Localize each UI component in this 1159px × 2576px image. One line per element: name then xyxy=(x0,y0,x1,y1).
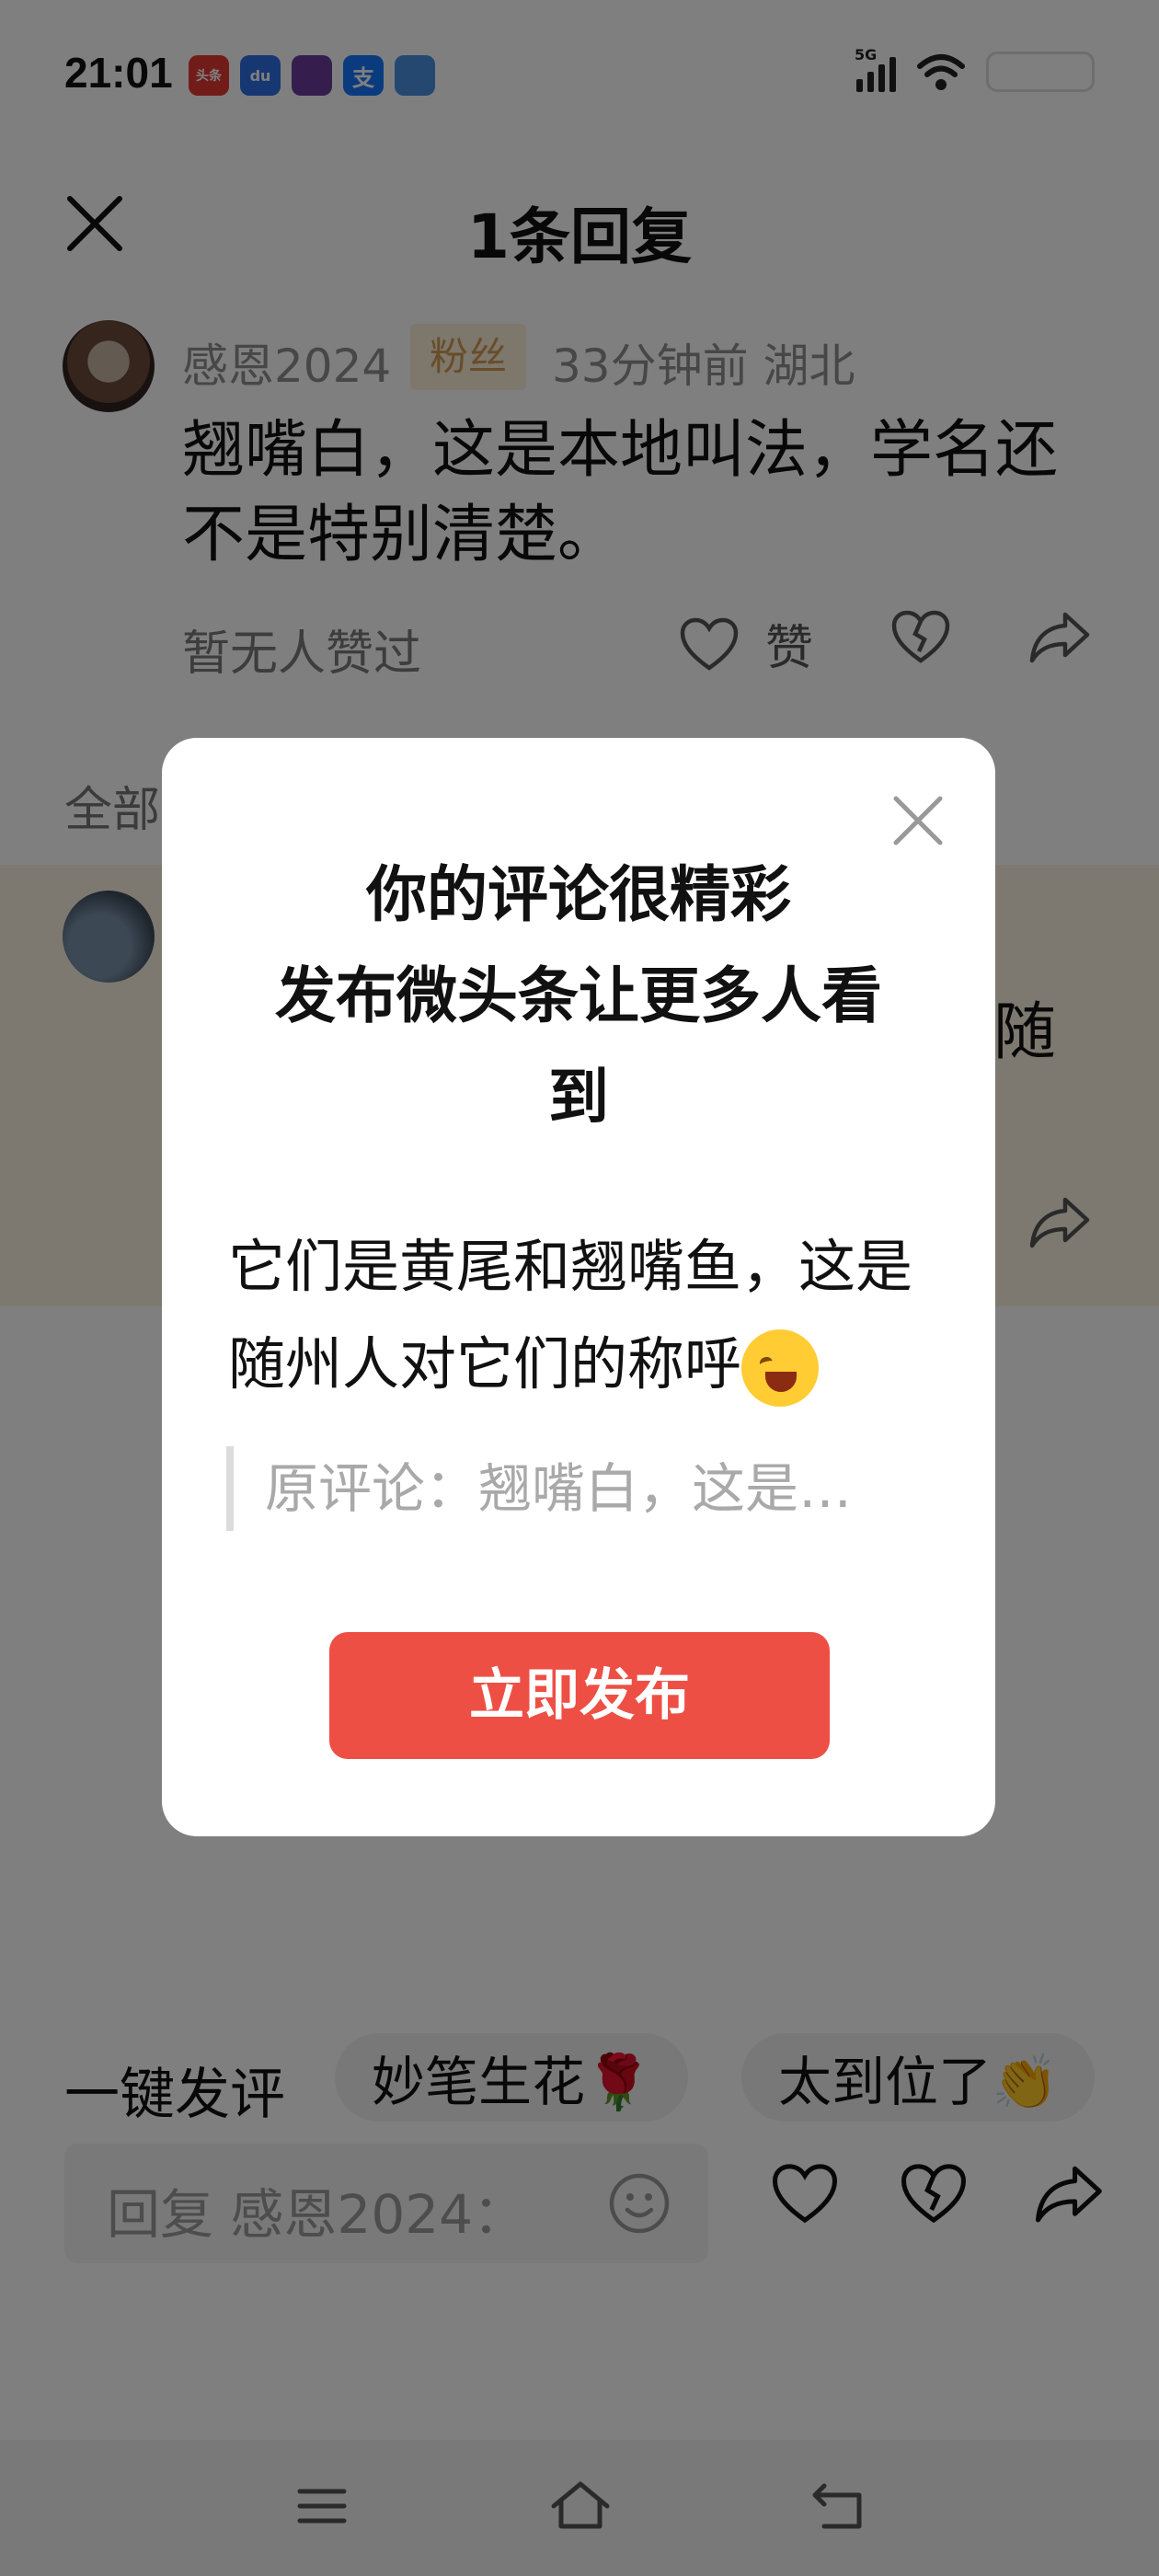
laughing-crying-emoji-icon xyxy=(741,1328,820,1407)
publish-button[interactable]: 立即发布 xyxy=(329,1632,830,1759)
close-icon[interactable] xyxy=(890,793,946,848)
dialog-body: 它们是黄尾和翘嘴鱼，这是随州人对它们的称呼 xyxy=(228,1218,927,1413)
original-comment-quote: 原评论：翘嘴白，这是… xyxy=(226,1446,925,1531)
dialog-title: 你的评论很精彩 发布微头条让更多人看 到 xyxy=(162,845,995,1148)
dialog-title-line: 发布微头条让更多人看 xyxy=(275,960,882,1031)
dialog-title-line: 到 xyxy=(548,1062,609,1133)
publish-dialog: 你的评论很精彩 发布微头条让更多人看 到 它们是黄尾和翘嘴鱼，这是随州人对它们的… xyxy=(162,738,995,1836)
dialog-title-line: 你的评论很精彩 xyxy=(366,859,791,930)
